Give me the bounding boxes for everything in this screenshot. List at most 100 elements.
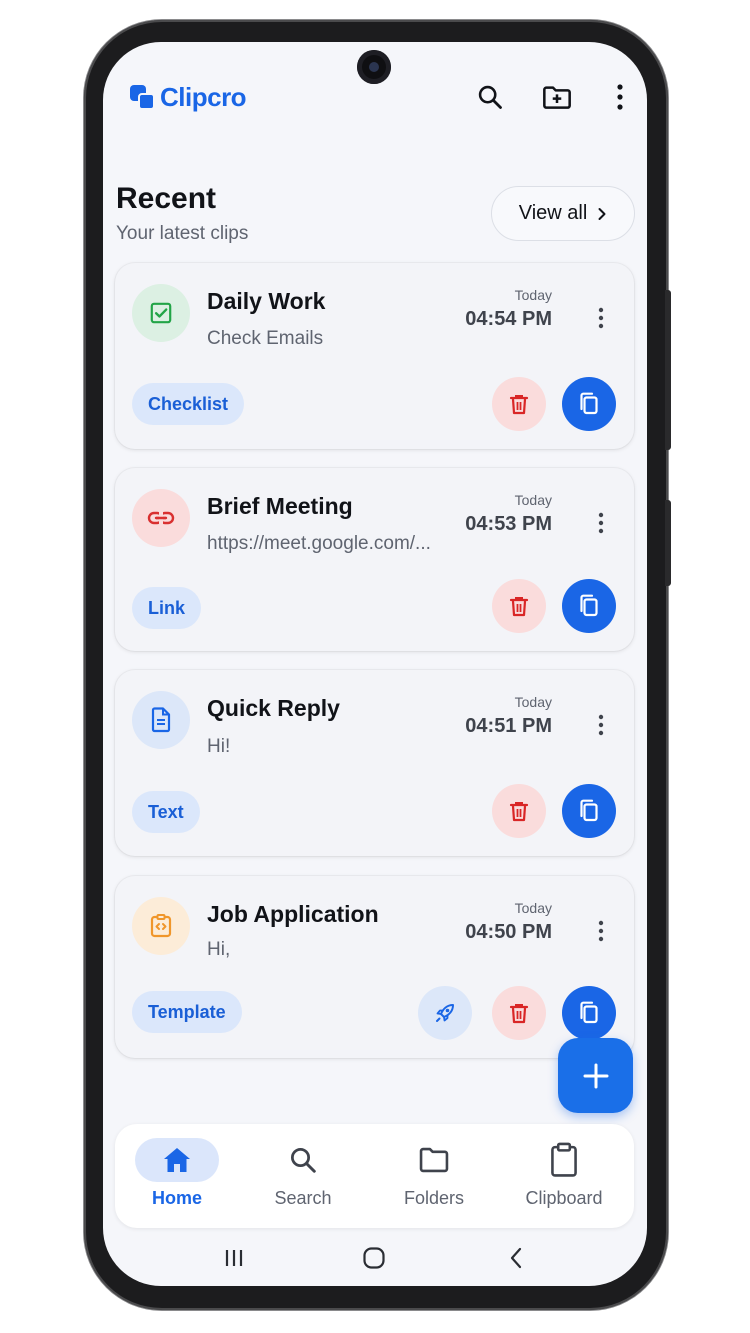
new-folder-button[interactable] — [540, 80, 574, 114]
nav-label: Clipboard — [525, 1188, 603, 1208]
template-icon — [150, 914, 172, 938]
folder-icon — [419, 1147, 449, 1173]
copy-button[interactable] — [562, 986, 616, 1040]
recents-button[interactable] — [214, 1244, 254, 1272]
clip-time: 04:51 PM — [465, 715, 552, 737]
section-title: Recent — [116, 182, 217, 215]
copy-icon — [580, 799, 598, 822]
section-subtitle: Your latest clips — [116, 223, 249, 244]
clip-card[interactable]: Quick Reply Hi! Today 04:51 PM Text — [115, 670, 634, 856]
power-button — [665, 500, 671, 586]
app-screen: Clipcro Recent Your latest clips View al… — [103, 42, 647, 1286]
nav-indicator — [392, 1138, 476, 1182]
back-button[interactable] — [496, 1244, 536, 1272]
view-all-button[interactable]: View all — [491, 186, 635, 241]
more-vertical-icon — [598, 307, 604, 329]
copy-button[interactable] — [562, 579, 616, 633]
more-vertical-icon — [598, 714, 604, 736]
plus-icon — [583, 1063, 608, 1088]
clip-type-badge — [132, 284, 190, 342]
create-folder-icon — [543, 86, 571, 109]
clipboard-icon — [551, 1142, 577, 1177]
clip-preview: Hi, — [207, 939, 231, 960]
back-icon — [510, 1247, 522, 1269]
clipcro-logo-icon — [130, 84, 156, 111]
clip-preview: https://meet.google.com/... — [207, 533, 431, 554]
system-home-button[interactable] — [354, 1244, 394, 1272]
clip-day: Today — [514, 492, 552, 508]
clip-tag: Checklist — [132, 383, 245, 425]
nav-item-clipboard[interactable]: Clipboard — [504, 1124, 624, 1228]
delete-button[interactable] — [492, 579, 546, 633]
delete-button[interactable] — [492, 377, 546, 431]
nav-item-folders[interactable]: Folders — [374, 1124, 494, 1228]
trash-icon — [509, 1004, 529, 1024]
nav-indicator — [261, 1138, 345, 1182]
overflow-menu-button[interactable] — [603, 80, 637, 114]
search-icon — [291, 1148, 316, 1173]
clip-time: 04:54 PM — [465, 308, 552, 330]
bottom-navigation: Home Search Folders Clipboard — [115, 1124, 634, 1228]
more-vertical-icon — [598, 920, 604, 942]
clip-card[interactable]: Job Application Hi, Today 04:50 PM Templ… — [115, 876, 634, 1058]
home-circle-icon — [363, 1247, 385, 1269]
clip-title: Quick Reply — [207, 695, 340, 721]
nav-label: Folders — [403, 1188, 465, 1208]
recents-icon — [225, 1250, 243, 1266]
clip-time: 04:50 PM — [465, 921, 552, 943]
add-clip-button[interactable] — [558, 1038, 633, 1113]
clip-tag: Text — [132, 791, 200, 833]
copy-button[interactable] — [562, 377, 616, 431]
clip-day: Today — [514, 694, 552, 710]
search-icon — [478, 85, 502, 109]
nav-item-home[interactable]: Home — [117, 1124, 237, 1228]
delete-button[interactable] — [492, 784, 546, 838]
clip-card[interactable]: Brief Meeting https://meet.google.com/..… — [115, 468, 634, 651]
trash-icon — [509, 395, 529, 415]
nav-label: Search — [274, 1188, 332, 1208]
chevron-right-icon — [598, 207, 606, 220]
clip-day: Today — [514, 900, 552, 916]
search-button[interactable] — [473, 80, 507, 114]
volume-button — [665, 290, 671, 450]
clip-title: Brief Meeting — [207, 493, 353, 519]
copy-button[interactable] — [562, 784, 616, 838]
more-vertical-icon — [617, 84, 623, 110]
checklist-icon — [150, 302, 172, 324]
system-navigation-bar — [103, 1238, 647, 1278]
nav-item-search[interactable]: Search — [243, 1124, 363, 1228]
clip-type-badge — [132, 897, 190, 955]
clip-type-badge — [132, 489, 190, 547]
clip-title: Daily Work — [207, 288, 326, 314]
clip-time: 04:53 PM — [465, 513, 552, 535]
clip-title: Job Application — [207, 901, 379, 927]
delete-button[interactable] — [492, 986, 546, 1040]
rocket-icon — [436, 1004, 454, 1022]
clip-day: Today — [514, 287, 552, 303]
copy-icon — [580, 392, 598, 415]
app-name: Clipcro — [160, 82, 247, 112]
nav-indicator — [135, 1138, 219, 1182]
nav-label: Home — [151, 1188, 202, 1208]
copy-icon — [580, 1001, 598, 1024]
clip-preview: Hi! — [207, 736, 231, 757]
launch-template-button[interactable] — [418, 986, 472, 1040]
clip-menu-button[interactable] — [588, 916, 614, 946]
clip-menu-button[interactable] — [588, 303, 614, 333]
link-icon — [147, 511, 175, 525]
nav-indicator — [522, 1138, 606, 1182]
view-all-label: View all — [518, 202, 588, 224]
document-icon — [151, 707, 171, 733]
clip-menu-button[interactable] — [588, 508, 614, 538]
copy-icon — [580, 594, 598, 617]
home-icon — [164, 1148, 190, 1172]
app-bar: Clipcro — [103, 72, 647, 124]
clip-card[interactable]: Daily Work Check Emails Today 04:54 PM C… — [115, 263, 634, 449]
clip-preview: Check Emails — [207, 328, 324, 349]
clip-tag: Link — [132, 587, 202, 629]
clip-type-badge — [132, 691, 190, 749]
trash-icon — [509, 802, 529, 822]
clip-menu-button[interactable] — [588, 710, 614, 740]
more-vertical-icon — [598, 512, 604, 534]
clip-tag: Template — [132, 991, 242, 1033]
